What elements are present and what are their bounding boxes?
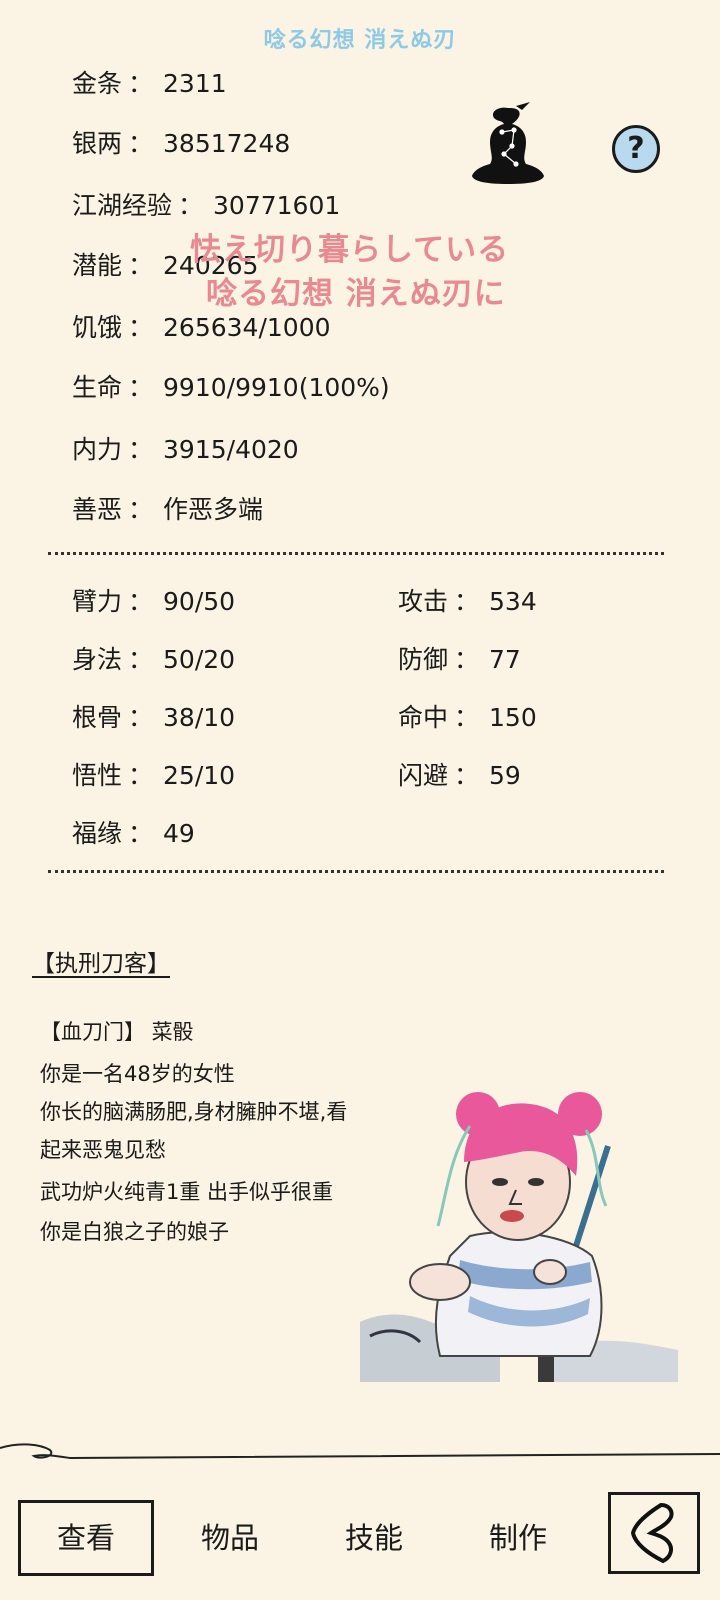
- character-title[interactable]: 【执刑刀客】: [32, 944, 170, 978]
- nav-view-button[interactable]: 查看: [18, 1500, 154, 1576]
- separator: ：: [128, 251, 154, 280]
- nav-items-button[interactable]: 物品: [162, 1500, 298, 1576]
- stat-internal-power: 内力： 3915/4020: [72, 430, 299, 466]
- attr-agility: 身法： 50/20: [72, 640, 235, 676]
- stat-gold: 金条： 2311: [72, 64, 227, 100]
- description-line: 你长的脑满肠肥,身材臃肿不堪,看: [40, 1100, 348, 1124]
- divider: [48, 870, 664, 873]
- description-line: 【血刀门】 菜骰: [40, 1020, 194, 1044]
- stat-value: 2311: [163, 69, 227, 98]
- attr-accuracy: 命中： 150: [398, 698, 537, 734]
- attr-label: 攻击: [398, 587, 449, 616]
- attr-label: 身法: [72, 645, 123, 674]
- stat-value: 265634/1000: [163, 313, 331, 342]
- stat-label: 金条: [72, 69, 123, 98]
- separator: ：: [128, 703, 154, 732]
- nav-skills-button[interactable]: 技能: [306, 1500, 442, 1576]
- separator: ：: [128, 69, 154, 98]
- attr-defense: 防御： 77: [398, 640, 521, 676]
- separator: ：: [128, 587, 154, 616]
- stat-label: 潜能: [72, 251, 123, 280]
- separator: ：: [454, 761, 480, 790]
- attr-label: 闪避: [398, 761, 449, 790]
- attr-value: 150: [489, 703, 537, 732]
- stat-label: 饥饿: [72, 313, 123, 342]
- attr-evasion: 闪避： 59: [398, 756, 521, 792]
- stat-value: 9910/9910(100%): [163, 373, 390, 402]
- lyric-overlay-line1: 怯え切り暮らしている: [190, 232, 510, 268]
- stat-label: 内力: [72, 435, 123, 464]
- separator: ：: [128, 435, 154, 464]
- meditation-icon[interactable]: [468, 102, 548, 186]
- brush-divider: [0, 1440, 720, 1470]
- lyric-overlay-line2: 唸る幻想 消えぬ刃に: [206, 276, 506, 312]
- attr-value: 77: [489, 645, 521, 674]
- separator: ：: [454, 645, 480, 674]
- stat-value: 3915/4020: [163, 435, 299, 464]
- back-arrow-icon: [630, 1502, 674, 1564]
- stat-health: 生命： 9910/9910(100%): [72, 368, 390, 404]
- separator: ：: [454, 703, 480, 732]
- stat-value: 30771601: [213, 191, 341, 220]
- attr-value: 49: [163, 819, 195, 848]
- stat-label: 江湖经验: [72, 191, 173, 220]
- lyric-overlay-top: 唸る幻想 消えぬ刃: [263, 28, 457, 53]
- stat-label: 生命: [72, 373, 123, 402]
- attr-value: 534: [489, 587, 537, 616]
- bottom-nav: 查看 物品 技能 制作: [0, 1480, 720, 1590]
- separator: ：: [128, 373, 154, 402]
- stat-label: 善恶: [72, 495, 123, 524]
- attr-constitution: 根骨： 38/10: [72, 698, 235, 734]
- description-line: 武功炉火纯青1重 出手似乎很重: [40, 1180, 334, 1204]
- stat-hunger: 饥饿： 265634/1000: [72, 308, 331, 344]
- description-line: 你是白狼之子的娘子: [40, 1220, 229, 1244]
- attr-value: 50/20: [163, 645, 236, 674]
- help-button[interactable]: ?: [612, 125, 660, 173]
- attr-strength: 臂力： 90/50: [72, 582, 235, 618]
- description-line: 起来恶鬼见愁: [40, 1138, 166, 1162]
- attr-label: 悟性: [72, 761, 123, 790]
- separator: ：: [454, 587, 480, 616]
- stat-morality: 善恶： 作恶多端: [72, 490, 263, 526]
- description-line: 你是一名48岁的女性: [40, 1062, 235, 1086]
- attr-fortune: 福缘： 49: [72, 814, 195, 850]
- separator: ：: [128, 819, 154, 848]
- stat-value: 作恶多端: [163, 495, 264, 524]
- attr-label: 臂力: [72, 587, 123, 616]
- attr-value: 25/10: [163, 761, 236, 790]
- attr-label: 防御: [398, 645, 449, 674]
- attr-value: 38/10: [163, 703, 236, 732]
- separator: ：: [178, 191, 204, 220]
- attr-label: 福缘: [72, 819, 123, 848]
- nav-craft-button[interactable]: 制作: [450, 1500, 586, 1576]
- separator: ：: [128, 313, 154, 342]
- stat-silver: 银两： 38517248: [72, 124, 290, 160]
- stat-experience: 江湖经验： 30771601: [72, 186, 340, 222]
- back-button[interactable]: [608, 1492, 700, 1574]
- character-portrait: [360, 1086, 680, 1382]
- attr-comprehension: 悟性： 25/10: [72, 756, 235, 792]
- attr-label: 命中: [398, 703, 449, 732]
- divider: [48, 552, 664, 555]
- separator: ：: [128, 495, 154, 524]
- attr-attack: 攻击： 534: [398, 582, 537, 618]
- attr-value: 59: [489, 761, 521, 790]
- separator: ：: [128, 645, 154, 674]
- attr-value: 90/50: [163, 587, 236, 616]
- separator: ：: [128, 129, 154, 158]
- attr-label: 根骨: [72, 703, 123, 732]
- separator: ：: [128, 761, 154, 790]
- stat-label: 银两: [72, 129, 123, 158]
- stat-value: 38517248: [163, 129, 291, 158]
